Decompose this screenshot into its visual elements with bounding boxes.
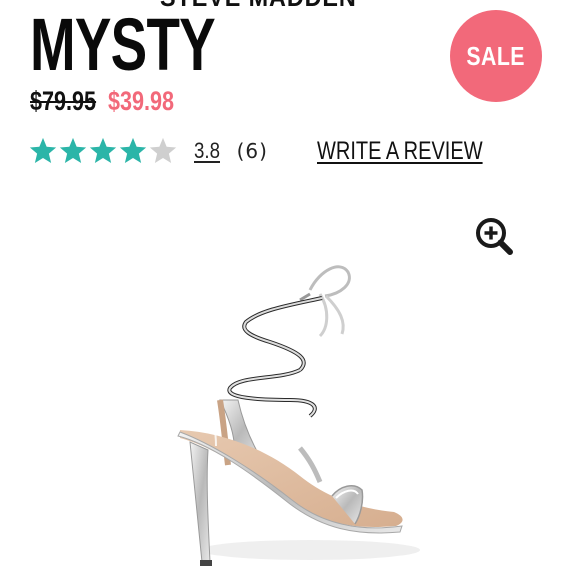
rating-row: 3.8 (6) [28, 134, 268, 168]
star-icon [29, 137, 57, 163]
review-count: (6) [236, 139, 268, 163]
zoom-button[interactable] [472, 214, 516, 258]
product-image[interactable] [150, 250, 430, 580]
star-icon [119, 137, 147, 163]
sandal-image [177, 265, 420, 566]
product-detail-page: STEVE MADDEN MYSTY SALE $79.95 $39.98 [0, 0, 580, 580]
sale-badge: SALE [450, 10, 542, 102]
star-rating[interactable] [28, 136, 178, 166]
sale-price: $39.98 [108, 86, 175, 116]
rating-value-link[interactable]: 3.8 [194, 138, 220, 164]
price-row: $79.95 $39.98 [30, 86, 191, 117]
product-title: MYSTY [30, 3, 216, 86]
zoom-in-icon [476, 218, 513, 255]
star-icon [59, 137, 87, 163]
write-review-link[interactable]: WRITE A REVIEW [317, 137, 483, 166]
star-empty-icon [149, 137, 177, 163]
original-price: $79.95 [30, 86, 97, 116]
star-icon [89, 137, 117, 163]
sale-badge-label: SALE [466, 40, 526, 71]
